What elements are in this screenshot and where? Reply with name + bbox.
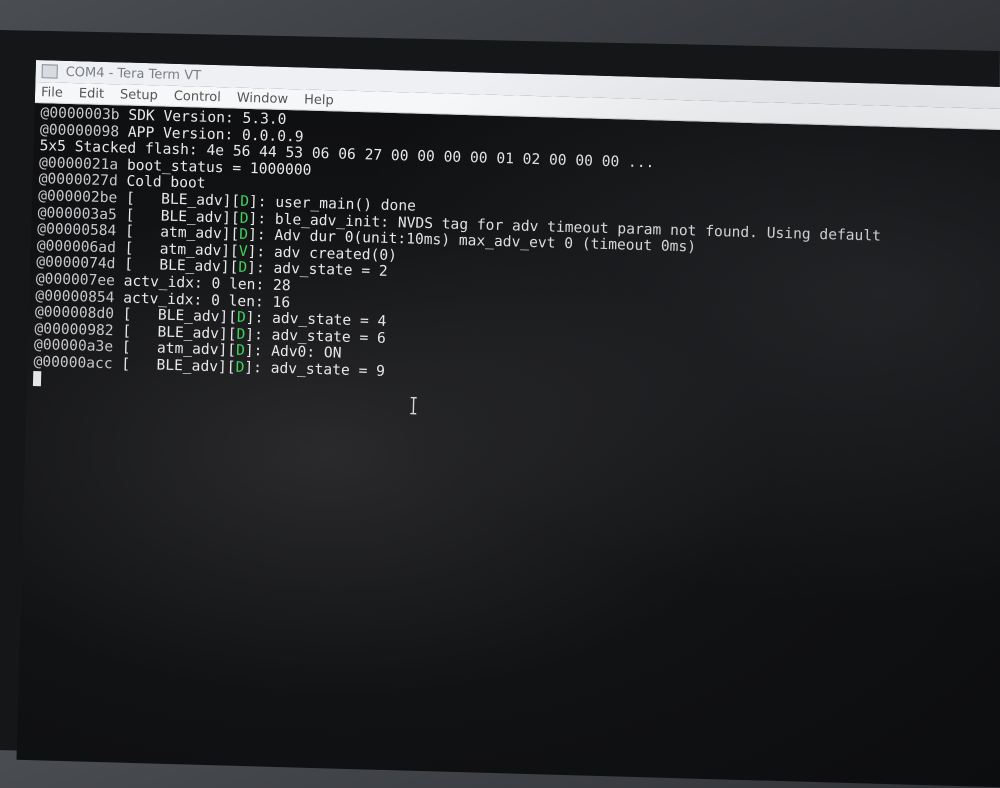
menu-help[interactable]: Help: [304, 92, 334, 108]
teraterm-app-icon: [41, 64, 58, 79]
menu-file[interactable]: File: [41, 85, 63, 101]
text-cursor-ibeam-icon: [410, 396, 417, 415]
terminal-block-cursor: [32, 370, 42, 386]
menu-control[interactable]: Control: [174, 88, 221, 104]
teraterm-window: COM4 - Tera Term VT File Edit Setup Cont…: [16, 60, 1000, 788]
log-address: @00000acc: [33, 352, 113, 373]
terminal-output[interactable]: @0000003b SDK Version: 5.3.0 @00000098 AP…: [27, 103, 1000, 415]
menu-window[interactable]: Window: [237, 90, 289, 106]
menu-edit[interactable]: Edit: [79, 86, 105, 102]
log-module: [ BLE_adv][: [112, 355, 236, 376]
log-message: ]: adv_state = 9: [244, 358, 386, 380]
menu-setup[interactable]: Setup: [120, 87, 158, 103]
window-title: COM4 - Tera Term VT: [65, 64, 202, 84]
